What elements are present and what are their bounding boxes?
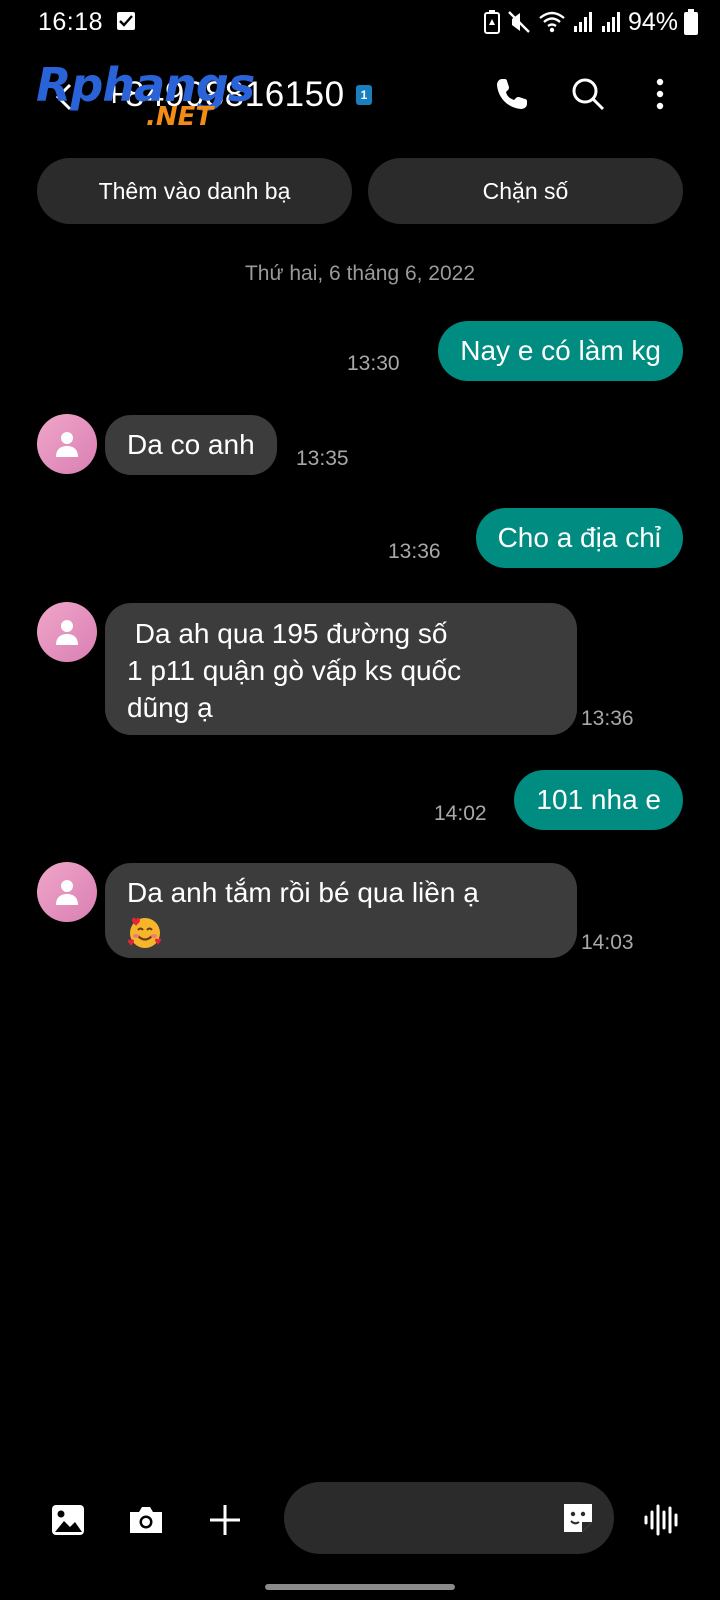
more-options-icon[interactable] xyxy=(640,74,680,114)
message-input[interactable] xyxy=(306,1482,546,1554)
message-line: 1 p11 quận gò vấp ks quốc xyxy=(127,655,462,686)
incoming-message-bubble[interactable]: Da co anh xyxy=(105,415,277,475)
battery-saver-icon xyxy=(483,10,500,34)
conversation-header: +84908816150 Rphangs .NET 1 xyxy=(0,50,720,140)
person-icon xyxy=(56,432,78,457)
contact-avatar[interactable] xyxy=(37,414,97,474)
wifi-icon xyxy=(539,11,565,33)
watermark-logo: Rphangs .NET xyxy=(36,58,255,136)
status-time: 16:18 xyxy=(38,8,104,36)
date-separator: Thứ hai, 6 tháng 6, 2022 xyxy=(244,262,476,285)
smiling-face-with-hearts-icon xyxy=(128,917,161,948)
battery-percent: 94% xyxy=(627,7,678,36)
outgoing-message-bubble[interactable]: Nay e có làm kg xyxy=(438,321,683,381)
search-icon[interactable] xyxy=(568,74,608,114)
message-timestamp: 14:03 xyxy=(581,931,634,954)
composer-bar xyxy=(0,1480,720,1560)
watermark-sub: .NET xyxy=(146,102,214,132)
message-timestamp: 14:02 xyxy=(434,802,487,825)
person-icon xyxy=(56,620,78,645)
outgoing-message-bubble[interactable]: Cho a địa chỉ xyxy=(475,508,683,568)
contact-avatar[interactable] xyxy=(37,602,97,662)
home-indicator[interactable] xyxy=(265,1584,455,1590)
call-icon[interactable] xyxy=(492,74,532,114)
person-icon xyxy=(56,880,78,905)
message-line: dũng ạ xyxy=(127,692,213,723)
message-line: Da anh tắm rồi bé qua liền ạ xyxy=(127,877,479,908)
message-input-container xyxy=(284,1482,614,1554)
incoming-message-bubble[interactable]: Da anh tắm rồi bé qua liền ạ xyxy=(105,863,577,958)
add-to-contacts-button[interactable]: Thêm vào danh bạ xyxy=(37,158,352,224)
sticker-icon[interactable] xyxy=(560,1500,596,1536)
incoming-message-bubble[interactable]: Da ah qua 195 đường số 1 p11 quận gò vấp… xyxy=(105,603,577,735)
sim-badge: 1 xyxy=(356,85,372,105)
block-number-button[interactable]: Chặn số xyxy=(368,158,683,224)
camera-icon[interactable] xyxy=(124,1498,168,1542)
message-line: Da ah qua 195 đường số xyxy=(127,618,448,649)
signal-icon xyxy=(573,12,592,32)
signal-icon xyxy=(601,12,620,32)
status-bar: 16:18 94% xyxy=(0,0,720,44)
add-icon[interactable] xyxy=(203,1498,247,1542)
outgoing-message-bubble[interactable]: 101 nha e xyxy=(514,770,683,830)
status-icons: 94% xyxy=(483,7,698,36)
message-timestamp: 13:36 xyxy=(388,540,441,563)
gallery-icon[interactable] xyxy=(46,1498,90,1542)
message-timestamp: 13:36 xyxy=(581,707,634,730)
battery-icon xyxy=(684,9,698,35)
checkbox-notification-icon xyxy=(117,12,135,30)
voice-icon[interactable] xyxy=(640,1498,684,1542)
contact-avatar[interactable] xyxy=(37,862,97,922)
mute-icon xyxy=(508,11,530,33)
message-timestamp: 13:35 xyxy=(296,447,349,470)
message-timestamp: 13:30 xyxy=(347,352,400,375)
